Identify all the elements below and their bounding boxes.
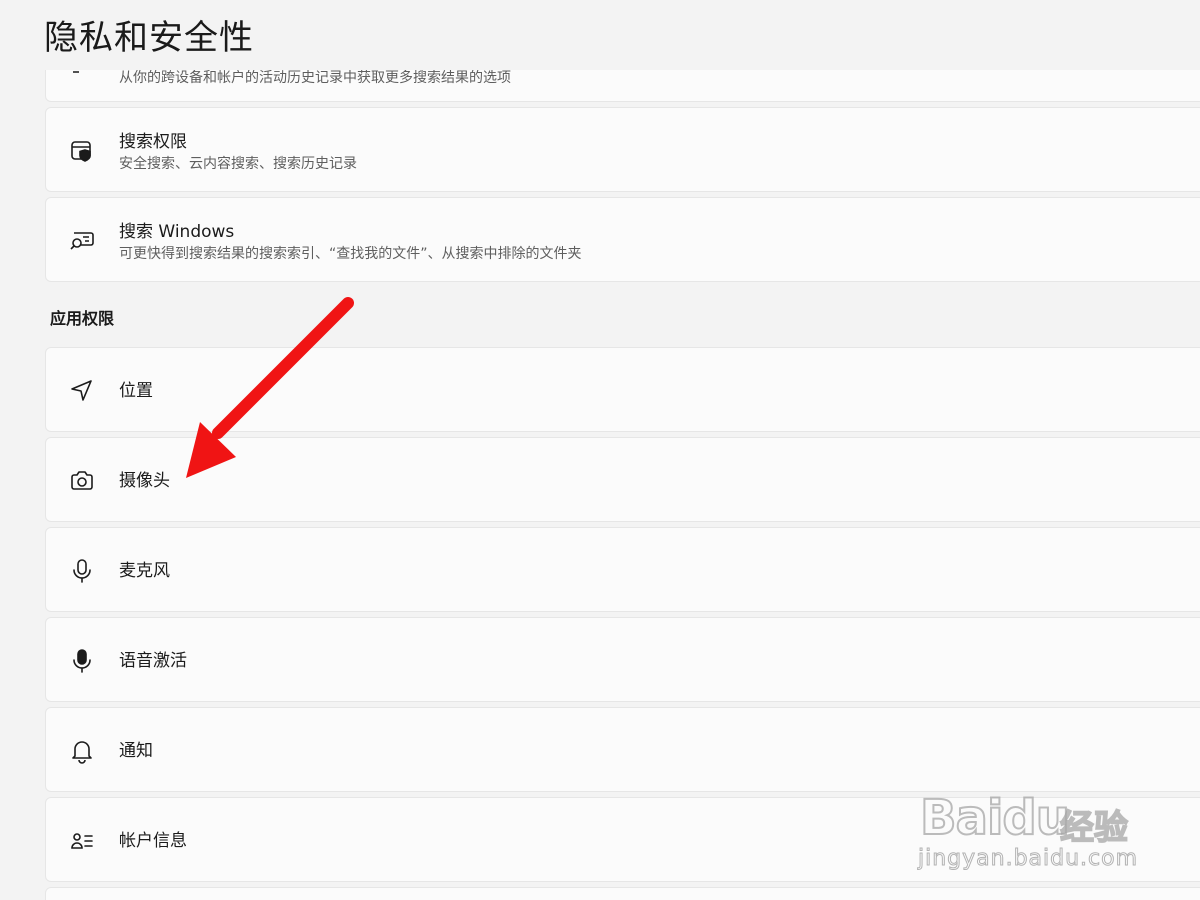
title-bar: 隐私和安全性	[0, 0, 1200, 70]
camera-icon	[68, 467, 96, 495]
permission-label: 帐户信息	[119, 831, 187, 851]
location-icon	[68, 377, 96, 405]
watermark-url: jingyan.baidu.com	[917, 846, 1139, 872]
card-desc: 从你的跨设备和帐户的活动历史记录中获取更多搜索结果的选项	[119, 70, 511, 86]
bell-icon	[68, 737, 96, 765]
card-desc: 可更快得到搜索结果的搜索索引、“查找我的文件”、从搜索中排除的文件夹	[119, 246, 582, 262]
card-label: 搜索 Windows	[119, 222, 235, 242]
search-windows-icon	[68, 227, 96, 255]
permission-label: 位置	[119, 381, 153, 401]
permission-location[interactable]: 位置	[45, 347, 1200, 432]
permission-microphone[interactable]: 麦克风	[45, 527, 1200, 612]
card-desc: 安全搜索、云内容搜索、搜索历史记录	[119, 156, 357, 172]
page-title: 隐私和安全性	[44, 18, 254, 58]
permission-label: 语音激活	[119, 651, 187, 671]
settings-page: 隐私和安全性 从你的跨设备和帐户的活动历史记录中获取更多搜索结果的选项 搜索权限…	[0, 0, 1200, 900]
card-search-permissions[interactable]: 搜索权限 安全搜索、云内容搜索、搜索历史记录	[45, 107, 1200, 192]
card-search-windows[interactable]: 搜索 Windows 可更快得到搜索结果的搜索索引、“查找我的文件”、从搜索中排…	[45, 197, 1200, 282]
watermark-cn: 经验	[1059, 807, 1129, 849]
section-title-app-permissions: 应用权限	[50, 309, 115, 328]
permission-voice-activation[interactable]: 语音激活	[45, 617, 1200, 702]
voice-activation-icon	[68, 647, 96, 675]
permission-label: 麦克风	[119, 561, 170, 581]
card-next-partial[interactable]	[45, 887, 1200, 900]
permission-label: 通知	[119, 741, 153, 761]
card-label: 搜索权限	[119, 132, 187, 152]
search-shield-icon	[68, 137, 96, 165]
account-info-icon	[68, 827, 96, 855]
microphone-icon	[68, 557, 96, 585]
baidu-watermark: Baidu 经验 jingyan.baidu.com	[917, 770, 1158, 880]
watermark-brand: Baidu	[919, 789, 1071, 847]
permission-camera[interactable]: 摄像头	[45, 437, 1200, 522]
permission-label: 摄像头	[119, 471, 170, 491]
